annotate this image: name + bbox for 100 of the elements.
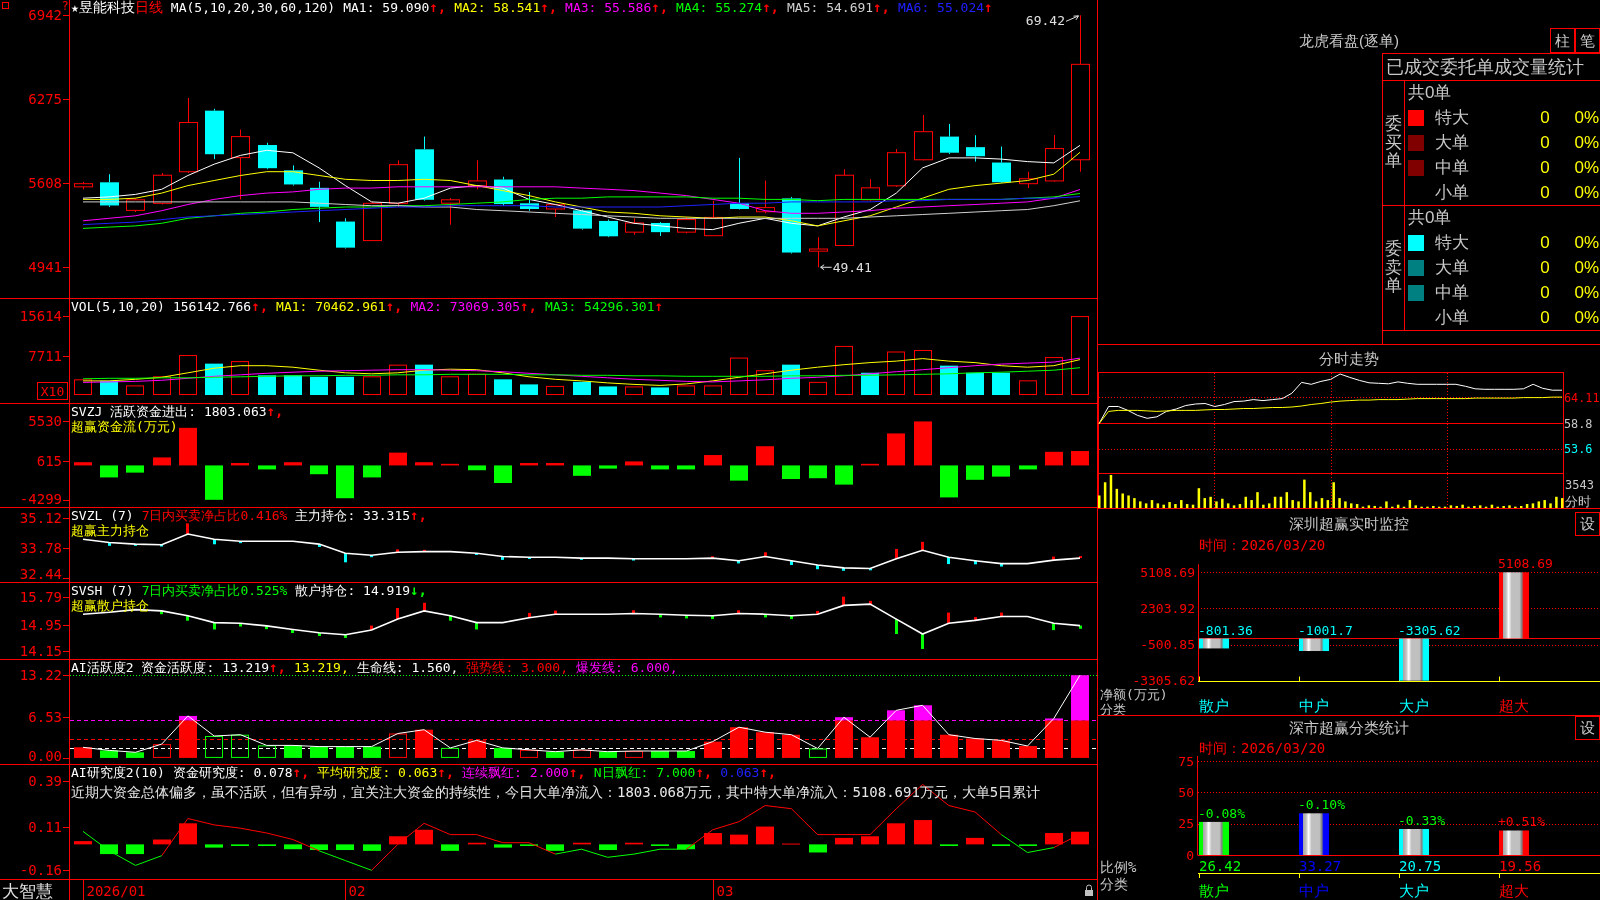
chart-bar [992,372,1010,395]
order-size-label: 中单 [1435,157,1469,178]
chart-bar [756,826,774,845]
chart-bar [573,842,591,845]
chart-bar [1299,813,1329,855]
panel-title: 龙虎看盘(逐单) [1299,31,1399,51]
candlestick [599,219,618,238]
value-label: 33.27 [1299,858,1342,874]
indicator-value: MA2: 58.541 [454,0,541,15]
change-bar [239,623,242,627]
change-bar [370,625,373,631]
change-label: -0.33% [1398,813,1445,828]
change-bar [344,634,347,638]
axis-label: 50 [1178,784,1194,800]
chart-bar [992,740,1010,758]
chart-bar [546,385,564,395]
trend-arrow: ↑, [762,0,779,15]
order-size-label: 大单 [1435,133,1469,153]
candlestick [520,191,539,212]
chart-bar [363,844,381,851]
chart-bar [809,381,827,395]
panel-title: 分时走势 [1319,348,1379,369]
chart-bar [625,842,643,845]
order-total: 共0单 [1408,208,1452,229]
trend-arrow: ↓, [410,583,427,598]
change-bar [921,541,924,551]
chart-bar [100,465,118,478]
order-share: 0% [1574,282,1599,303]
candlestick [284,164,303,187]
indicator-value: MA2: 73069.305 [410,299,521,314]
change-bar [108,542,111,546]
settings-button[interactable]: 设 [1575,716,1600,740]
change-bar [1079,556,1082,559]
chart-bar [677,844,695,850]
axis-label: 4941 [28,259,62,276]
indicator-value: 活跃资金进出: 1803.063 [110,404,267,419]
chart-bar [599,386,617,395]
change-bar [816,564,819,570]
chart-bar [1045,833,1063,845]
candlestick [310,181,329,223]
chart-bar [756,446,774,466]
change-bar [265,625,268,630]
candlestick [992,146,1011,184]
axis-label: 15.79 [19,589,62,606]
view-toggle-button[interactable]: 柱 [1550,28,1575,53]
chart-bar [389,733,407,758]
chart-bar [284,844,302,850]
chart-bar [126,385,144,395]
change-bar [370,555,373,558]
chart-bar [651,387,669,395]
indicator-value: MA3: 54296.301 [544,299,655,314]
indicator-value: SVSH (7) [71,583,134,598]
chart-bar [651,751,669,758]
chart-bar [205,465,223,500]
chart-bar [310,746,328,758]
chart-bar [1499,830,1529,855]
settings-button[interactable]: 设 [1575,512,1600,536]
change-bar [344,553,347,563]
change-bar [528,612,531,618]
axis-label: 32.44 [19,566,62,582]
x-axis-label: 2026/01 [86,883,146,899]
change-bar [475,622,478,630]
change-bar [869,568,872,571]
chart-bar [258,375,276,395]
change-bar [842,567,845,571]
order-count: 0 [1540,258,1550,278]
order-count: 0 [1540,233,1550,254]
trend-arrow: ↑, [437,765,455,780]
volume-scale-label: 3543 [1565,478,1594,492]
chart-bar [494,747,512,758]
order-share: 0% [1574,307,1599,328]
change-bar [869,600,872,605]
axis-label: 35.12 [19,510,62,526]
view-toggle-button[interactable]: 笔 [1575,28,1600,53]
candlestick [677,216,696,234]
category-label: 中户 [1299,697,1329,715]
axis-label: 75 [1178,756,1194,769]
chart-bar [625,386,643,395]
axis-label: 13.22 [19,667,62,684]
candlestick [546,203,565,218]
chart-bar [468,740,486,758]
change-bar [947,557,950,565]
indicator-value: 连续飘红: 2.000 [462,765,569,780]
chart-bar [809,748,827,758]
axis-label: 615 [36,452,62,469]
chart-bar [730,465,748,481]
order-share: 0% [1574,108,1599,129]
candlestick [441,197,460,226]
trend-arrow: ↑, [873,0,890,15]
candlestick [704,200,723,237]
change-bar [160,544,163,547]
chart-bar [861,463,879,466]
candlestick [415,136,434,202]
timestamp: 时间：2026/03/20 [1199,740,1326,756]
change-bar [711,556,714,559]
candlestick [258,142,277,170]
change-bar [737,610,740,614]
order-count: 0 [1540,282,1550,303]
lock-icon [1085,884,1093,896]
x-axis-title: 分类 [1100,702,1126,715]
